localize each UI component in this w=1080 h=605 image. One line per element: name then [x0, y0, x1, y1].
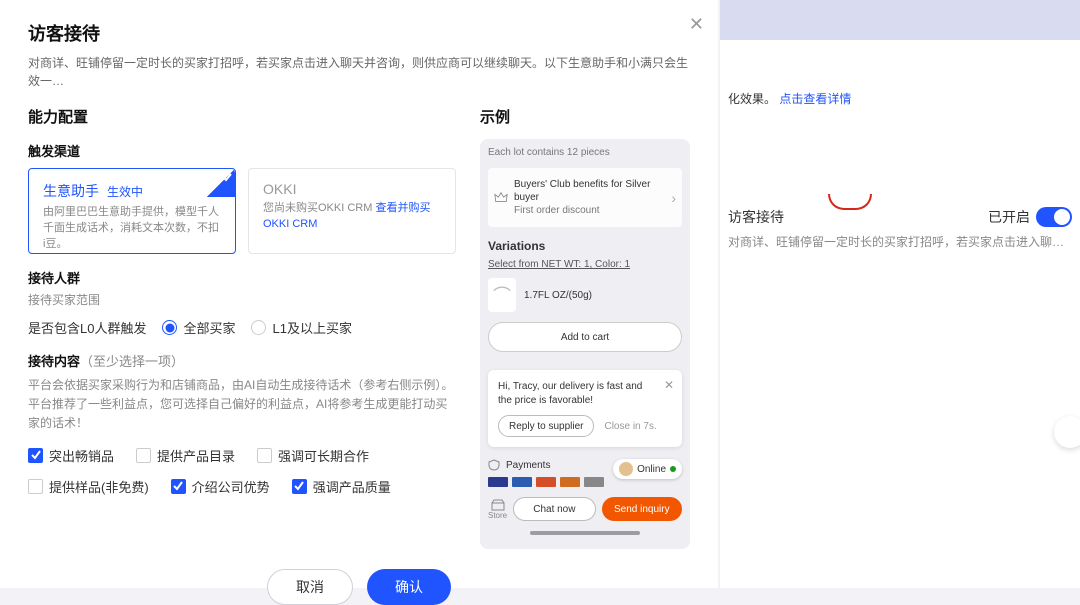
variant-row: ⌒ 1.7FL OZ/(50g) [488, 278, 682, 312]
channel-desc: 您尚未购买OKKI CRM 查看并购买OKKI CRM [263, 201, 441, 233]
chevron-right-icon: › [671, 190, 676, 206]
channel-label: 触发渠道 [28, 141, 456, 160]
section-example-title: 示例 [480, 106, 690, 127]
store-icon [491, 499, 505, 511]
checkbox-5[interactable]: 强调产品质量 [292, 477, 391, 496]
checkbox-4[interactable]: 介绍公司优势 [171, 477, 270, 496]
radio-group-label: 是否包含L0人群触发 [28, 318, 146, 337]
online-avatar[interactable]: Online [613, 459, 682, 479]
modal-subtitle: 对商详、旺铺停留一定时长的买家打招呼，若买家点击进入聊天并咨询，则供应商可以继续… [28, 54, 690, 90]
checkbox-3[interactable]: 提供样品(非免费) [28, 477, 149, 496]
promo-text: 化效果。 [728, 92, 776, 106]
variations-select[interactable]: Select from NET WT: 1, Color: 1 [488, 259, 682, 270]
reply-button[interactable]: Reply to supplier [498, 415, 594, 437]
channel-card-okki[interactable]: OKKI 您尚未购买OKKI CRM 查看并购买OKKI CRM [248, 168, 456, 254]
checkbox-0[interactable]: 突出畅销品 [28, 446, 114, 465]
avatar-icon [619, 462, 633, 476]
channel-title: 生意助手 [43, 181, 99, 201]
close-in-text: Close in 7s. [604, 421, 656, 432]
confirm-button[interactable]: 确认 [367, 569, 451, 605]
club-sub: First order discount [514, 204, 665, 217]
send-inquiry-button[interactable]: Send inquiry [602, 497, 682, 521]
enable-toggle[interactable] [1036, 207, 1072, 227]
store-link[interactable]: Store [488, 499, 507, 520]
variations-title: Variations [488, 239, 682, 253]
variant-text: 1.7FL OZ/(50g) [524, 290, 592, 301]
lot-text: Each lot contains 12 pieces [488, 147, 682, 158]
channel-title: OKKI [263, 181, 296, 197]
promo-link[interactable]: 点击查看详情 [779, 92, 851, 106]
add-to-cart-button[interactable]: Add to cart [488, 322, 682, 352]
channel-badge: 生效中 [107, 183, 143, 200]
close-icon[interactable]: ✕ [689, 14, 704, 35]
visa-icon [512, 477, 532, 487]
chat-close-icon[interactable]: ✕ [664, 378, 674, 392]
background-card: 访客接待 已开启 对商详、旺铺停留一定时长的买家打招呼，若买家点击进入聊天… [728, 207, 1072, 251]
mastercard-icon [536, 477, 556, 487]
card-icon [584, 477, 604, 487]
buyers-club-row: Buyers' Club benefits for Silver buyer F… [488, 168, 682, 227]
audience-label: 接待人群 [28, 268, 456, 287]
chat-message: Hi, Tracy, our delivery is fast and the … [498, 380, 672, 407]
club-line: Buyers' Club benefits for Silver buyer [514, 178, 665, 204]
preview-phone: Each lot contains 12 pieces Buyers' Club… [480, 139, 690, 549]
floating-action-button[interactable] [1054, 416, 1080, 448]
variant-thumb: ⌒ [488, 278, 516, 312]
background-page: 化效果。 点击查看详情 访客接待 已开启 对商详、旺铺停留一定时长的买家打招呼，… [720, 0, 1080, 588]
checkbox-2[interactable]: 强调可长期合作 [257, 446, 369, 465]
paypal-icon [488, 477, 508, 487]
settings-modal: ✕ 访客接待 对商详、旺铺停留一定时长的买家打招呼，若买家点击进入聊天并咨询，则… [0, 0, 718, 588]
shield-icon [488, 459, 500, 471]
config-column: 能力配置 触发渠道 生意助手 生效中 由阿里巴巴生意助手提供，模型千人千面生成话… [28, 106, 456, 549]
home-indicator [530, 531, 640, 535]
radio-all-buyers[interactable]: 全部买家 [162, 318, 235, 337]
payments-label: Payments [506, 460, 550, 471]
back-card-sub: 对商详、旺铺停留一定时长的买家打招呼，若买家点击进入聊天… [728, 233, 1072, 251]
chat-popup: ✕ Hi, Tracy, our delivery is fast and th… [488, 370, 682, 447]
audience-help: 接待买家范围 [28, 291, 456, 308]
back-card-status: 已开启 [988, 207, 1072, 227]
chat-now-button[interactable]: Chat now [513, 497, 595, 521]
cancel-button[interactable]: 取消 [267, 569, 353, 605]
status-label: 已开启 [988, 207, 1030, 227]
content-label: 接待内容（至少选择一项） [28, 351, 456, 370]
promo-line: 化效果。 点击查看详情 [720, 90, 1080, 107]
amex-icon [560, 477, 580, 487]
online-label: Online [637, 464, 666, 475]
modal-title: 访客接待 [28, 20, 690, 46]
channel-card-business-assistant[interactable]: 生意助手 生效中 由阿里巴巴生意助手提供，模型千人千面生成话术，消耗文本次数，不… [28, 168, 236, 254]
back-card-title: 访客接待 [728, 207, 784, 227]
crown-icon [494, 191, 508, 205]
example-column: 示例 Each lot contains 12 pieces Buyers' C… [480, 106, 690, 549]
radio-l1-plus[interactable]: L1及以上买家 [251, 318, 351, 337]
section-config-title: 能力配置 [28, 106, 456, 127]
online-dot-icon [670, 466, 676, 472]
checkbox-1[interactable]: 提供产品目录 [136, 446, 235, 465]
channel-desc: 由阿里巴巴生意助手提供，模型千人千面生成话术，消耗文本次数，不扣i豆。 [43, 205, 221, 253]
content-help: 平台会依据买家采购行为和店铺商品，由AI自动生成接待话术（参考右侧示例）。平台推… [28, 376, 456, 434]
